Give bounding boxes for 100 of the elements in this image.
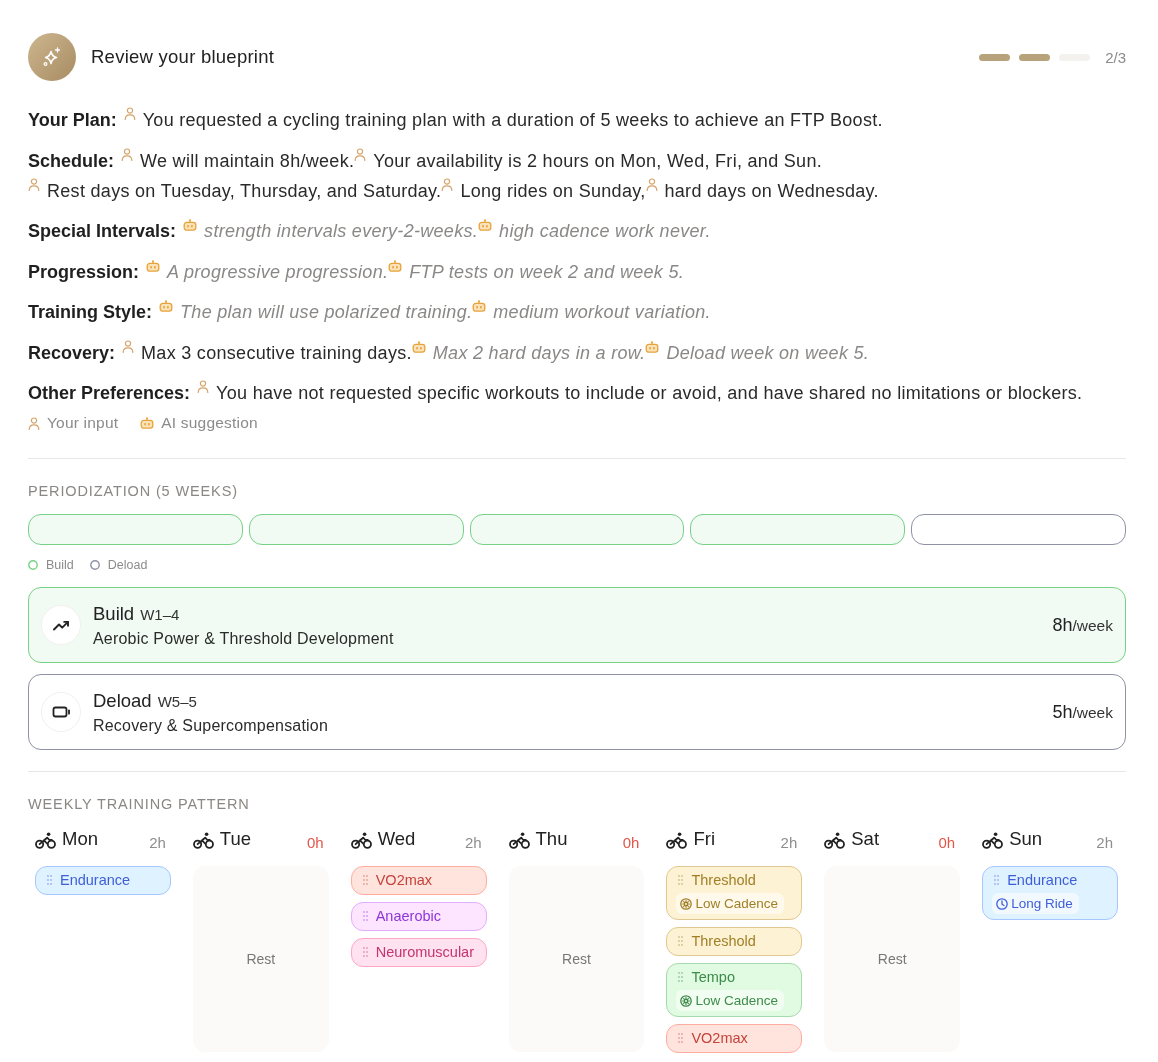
- workout-name: Neuromuscular: [375, 944, 475, 960]
- person-icon: [645, 177, 658, 191]
- drag-handle-icon[interactable]: [362, 947, 368, 957]
- row-label: Special Intervals:: [28, 221, 177, 241]
- cyclist-icon: [35, 831, 56, 849]
- phase-weeks: W5–5: [157, 692, 197, 710]
- workout-card[interactable]: Endurance: [35, 866, 171, 895]
- drag-handle-icon[interactable]: [362, 911, 368, 921]
- summary-text: Deload week on week 5.: [666, 342, 870, 363]
- person-icon: [123, 107, 136, 120]
- summary-text: high cadence work never.: [499, 221, 711, 241]
- workout-name: VO2max: [375, 872, 433, 888]
- day-name: Sat: [851, 828, 880, 850]
- summary-text: We will maintain 8h/week.: [140, 150, 355, 171]
- cyclist-icon: [192, 831, 214, 849]
- rest-label: Rest: [562, 951, 591, 967]
- day-name: Mon: [62, 828, 98, 850]
- section-title: PERIODIZATION (5 WEEKS): [28, 482, 239, 501]
- day-name: Thu: [535, 828, 568, 850]
- workout-card[interactable]: Neuromuscular: [350, 938, 487, 967]
- tag-label: Low Cadence: [695, 895, 778, 912]
- workout-card[interactable]: Anaerobic: [350, 902, 487, 931]
- workout-card[interactable]: Endurance Long Ride: [982, 866, 1118, 920]
- drag-handle-icon[interactable]: [678, 875, 684, 885]
- legend-label: Deload: [107, 557, 148, 573]
- workout-name: Endurance: [60, 872, 131, 888]
- workout-name: Threshold: [691, 933, 756, 949]
- robot-icon: [478, 219, 493, 231]
- legend-label: Your input: [47, 413, 119, 433]
- summary-text: The plan will use polarized training.: [180, 302, 473, 322]
- summary-text: A progressive progression.: [167, 261, 389, 282]
- summary-text: Max 3 consecutive training days.: [141, 342, 412, 363]
- workout-name: Threshold: [691, 872, 756, 888]
- day-hours: 0h: [938, 834, 956, 851]
- legend-label: AI suggestion: [161, 413, 258, 433]
- summary-text: Rest days on Tuesday, Thursday, and Saturday.: [47, 180, 442, 201]
- person-icon: [122, 339, 135, 353]
- robot-icon: [146, 259, 161, 272]
- cyclist-icon: [350, 831, 372, 849]
- legend-label: Build: [46, 557, 74, 573]
- row-label: Your Plan:: [28, 110, 117, 130]
- phase-focus: Recovery & Supercompensation: [93, 716, 329, 735]
- page-title: Review your blueprint: [91, 46, 275, 68]
- hours-unit: /week: [1072, 703, 1113, 722]
- workout-name: VO2max: [691, 1030, 748, 1046]
- day-hours: 2h: [464, 834, 482, 851]
- row-label: Schedule:: [28, 150, 115, 171]
- workout-name: Tempo: [691, 969, 735, 985]
- workout-card[interactable]: Threshold: [666, 927, 803, 956]
- ring-icon: [89, 560, 100, 570]
- summary-text: You requested a cycling training plan with a duration of 5 weeks to achieve an FTP Boost.: [142, 110, 883, 130]
- row-label: Training Style:: [28, 302, 153, 322]
- hours-unit: /week: [1072, 616, 1113, 635]
- rest-label: Rest: [877, 951, 907, 967]
- row-label: Other Preferences:: [28, 383, 191, 403]
- robot-icon: [645, 340, 660, 353]
- workout-card[interactable]: VO2max: [350, 866, 487, 895]
- phase-hours: 8h: [1052, 614, 1073, 636]
- workout-card[interactable]: Threshold Low Cadence: [666, 866, 803, 920]
- cyclist-icon: [982, 831, 1004, 849]
- ring-icon: [28, 560, 38, 570]
- rest-label: Rest: [246, 951, 276, 967]
- summary-text: FTP tests on week 2 and week 5.: [409, 261, 685, 282]
- person-icon: [441, 177, 454, 191]
- workout-name: Anaerobic: [375, 908, 441, 924]
- day-hours: 2h: [149, 834, 166, 851]
- workout-name: Endurance: [1007, 872, 1078, 888]
- day-hours: 2h: [1096, 834, 1113, 851]
- section-title: WEEKLY TRAINING PATTERN: [28, 795, 251, 814]
- phase-focus: Aerobic Power & Threshold Development: [93, 629, 394, 648]
- drag-handle-icon[interactable]: [678, 936, 684, 946]
- robot-icon: [411, 340, 426, 353]
- phase-weeks: W1–4: [140, 605, 180, 623]
- drag-handle-icon[interactable]: [678, 972, 684, 982]
- row-label: Progression:: [28, 261, 140, 282]
- workout-card[interactable]: Tempo Low Cadence: [666, 963, 803, 1017]
- robot-icon: [183, 219, 198, 231]
- summary-text: medium workout variation.: [493, 302, 711, 322]
- battery-icon: [41, 692, 81, 732]
- robot-icon: [388, 259, 403, 272]
- person-icon: [28, 416, 40, 430]
- phase-hours: 5h: [1052, 701, 1073, 723]
- person-icon: [121, 147, 134, 161]
- drag-handle-icon[interactable]: [362, 875, 368, 885]
- workout-card[interactable]: VO2max: [666, 1024, 803, 1053]
- day-name: Fri: [693, 828, 715, 850]
- day-hours: 0h: [307, 834, 324, 851]
- person-icon: [354, 147, 367, 161]
- progress-count: 2/3: [1105, 48, 1126, 66]
- drag-handle-icon[interactable]: [47, 875, 52, 885]
- tag-label: Long Ride: [1011, 895, 1073, 912]
- drag-handle-icon[interactable]: [994, 875, 1000, 885]
- robot-icon: [140, 417, 155, 429]
- phase-name: Deload: [93, 689, 152, 712]
- gear-icon: [680, 897, 693, 910]
- cyclist-icon: [666, 831, 688, 849]
- clock-icon: [996, 897, 1009, 910]
- phase-name: Build: [93, 602, 135, 625]
- drag-handle-icon[interactable]: [678, 1033, 684, 1043]
- robot-icon: [472, 300, 487, 312]
